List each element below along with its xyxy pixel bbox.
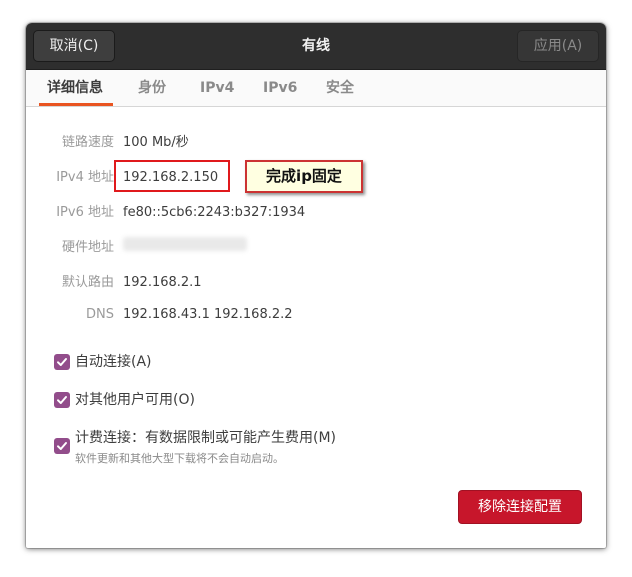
checkbox-checked[interactable] (54, 392, 70, 408)
cancel-button[interactable]: 取消(C) (33, 30, 115, 62)
ipv6-address-value: fe80::5cb6:2243:b327:1934 (123, 205, 306, 220)
hardware-address-redacted (123, 237, 247, 251)
checkmark-icon (57, 396, 67, 404)
default-route-value: 192.168.2.1 (123, 275, 202, 290)
ipv4-address-label: IPv4 地址 (56, 170, 114, 185)
annotation-note: 完成ip固定 (245, 160, 363, 193)
dns-value: 192.168.43.1 192.168.2.2 (123, 307, 293, 322)
checkbox-checked[interactable] (54, 438, 70, 454)
metered-connection-hint: 软件更新和其他大型下载将不会自动启动。 (75, 452, 284, 465)
tab-ipv6[interactable]: IPv6 (263, 70, 297, 106)
link-speed-value: 100 Mb/秒 (123, 135, 189, 150)
hardware-address-label: 硬件地址 (61, 240, 114, 255)
wired-settings-dialog: 取消(C) 有线 应用(A) 详细信息 身份 IPv4 IPv6 安全 链路速度… (26, 23, 606, 548)
dns-label: DNS (86, 307, 114, 322)
header-bar: 取消(C) 有线 应用(A) (26, 23, 606, 70)
default-route-label: 默认路由 (61, 275, 114, 290)
ipv4-highlight-box (114, 160, 230, 192)
checkbox-checked[interactable] (54, 354, 70, 370)
remove-connection-profile-button[interactable]: 移除连接配置 (458, 490, 582, 524)
tab-bar: 详细信息 身份 IPv4 IPv6 安全 (26, 70, 606, 107)
checkmark-icon (57, 358, 67, 366)
tab-security[interactable]: 安全 (326, 70, 354, 106)
metered-connection-label: 计费连接：有数据限制或可能产生费用(M) (75, 430, 337, 446)
link-speed-label: 链路速度 (61, 135, 114, 150)
tab-identity[interactable]: 身份 (138, 70, 166, 106)
dialog-title: 有线 (302, 38, 330, 54)
ipv6-address-label: IPv6 地址 (56, 205, 114, 220)
tab-details[interactable]: 详细信息 (39, 70, 113, 106)
apply-button[interactable]: 应用(A) (517, 30, 599, 62)
auto-connect-label: 自动连接(A) (75, 354, 152, 370)
tab-ipv4[interactable]: IPv4 (200, 70, 234, 106)
all-users-label: 对其他用户可用(O) (75, 392, 195, 408)
checkmark-icon (57, 442, 67, 450)
